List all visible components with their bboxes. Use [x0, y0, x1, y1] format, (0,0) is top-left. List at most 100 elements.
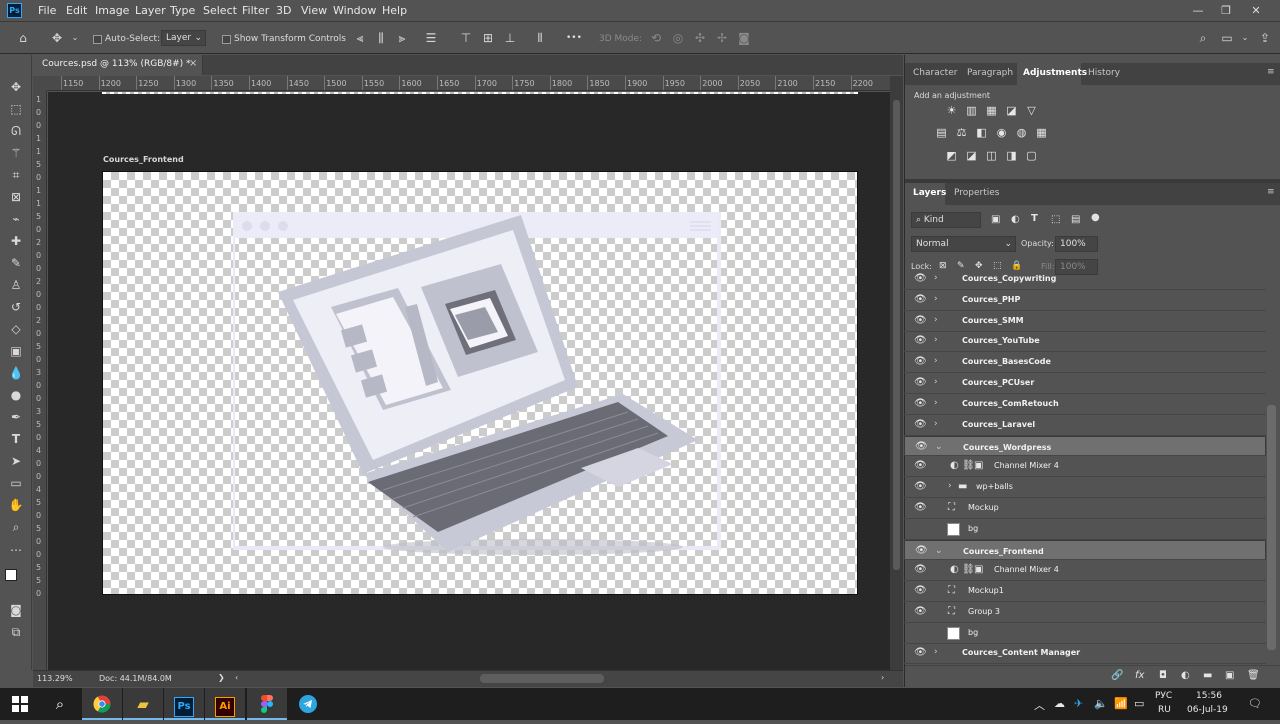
language-bottom[interactable]: RU — [1158, 705, 1171, 715]
show-transform-checkbox[interactable] — [222, 35, 231, 44]
filter-adjustment-icon[interactable]: ◐ — [1011, 214, 1020, 225]
menu-view[interactable]: View — [301, 4, 327, 17]
layer-row[interactable]: 👁 ◐ ⛓ ▣ Channel Mixer 4 — [904, 561, 1266, 582]
horizontal-scroll-thumb[interactable] — [480, 674, 604, 683]
home-icon[interactable]: ⌂ — [16, 31, 30, 45]
chevron-right-icon[interactable]: › — [934, 315, 938, 325]
type-tool-icon[interactable]: T — [7, 430, 25, 448]
layer-row[interactable]: 👁 ⛶ Mockup1 — [904, 582, 1266, 602]
canvas-area[interactable]: Cources_Frontend — [48, 92, 890, 670]
hand-tool-icon[interactable]: ✋ — [7, 496, 25, 514]
volume-icon[interactable]: 🔈 — [1094, 697, 1108, 710]
tab-history[interactable]: History — [1088, 68, 1120, 78]
distribute-icon[interactable]: ☰ — [424, 31, 438, 45]
file-explorer-icon[interactable]: ▰ — [123, 688, 163, 720]
visibility-eye-icon[interactable]: 👁 — [915, 440, 928, 454]
curves-icon[interactable]: ▦ — [985, 105, 998, 117]
visibility-eye-icon[interactable]: 👁 — [914, 356, 927, 367]
blur-tool-icon[interactable]: 💧 — [7, 364, 25, 382]
vertical-ruler[interactable]: 1 0 0 1 1 5 0 1 1 5 0 2 0 0 2 0 0 2 0 5 0 3 0 0 3 5 0 4 0 0 4 5 0 5 0 0 5 5 0 — [33, 91, 47, 670]
panel-menu-icon[interactable]: ≡ — [1267, 187, 1275, 197]
network-sync-icon[interactable]: ☁ — [1054, 697, 1065, 710]
rectangle-tool-icon[interactable]: ▭ — [7, 474, 25, 492]
tab-properties[interactable]: Properties — [954, 188, 999, 198]
panel-menu-icon[interactable]: ≡ — [1267, 67, 1275, 77]
dodge-tool-icon[interactable]: ● — [7, 386, 25, 404]
restore-button[interactable]: ❐ — [1218, 3, 1234, 19]
align-middle-icon[interactable]: ⊞ — [481, 31, 495, 45]
layer-row[interactable]: 👁 › Cources_YouTube — [904, 332, 1266, 353]
clock-time[interactable]: 15:56 — [1196, 691, 1222, 701]
document-tab[interactable]: Cources.psd @ 113% (RGB/8#) * × — [33, 55, 203, 75]
brightness-icon[interactable]: ☀ — [945, 105, 958, 117]
visibility-eye-icon[interactable]: 👁 — [914, 398, 927, 409]
quick-mask-icon[interactable]: ◙ — [7, 601, 25, 619]
scroll-right-arrow[interactable]: › — [881, 673, 884, 682]
brush-tool-icon[interactable]: ✎ — [7, 254, 25, 272]
photoshop-taskbar-icon[interactable]: Ps — [164, 688, 204, 720]
filter-shape-icon[interactable]: ⬚ — [1051, 214, 1060, 225]
align-top-icon[interactable]: ⊤ — [459, 31, 473, 45]
menu-filter[interactable]: Filter — [242, 4, 269, 17]
zoom-tool-icon[interactable]: ⌕ — [7, 518, 25, 536]
visibility-eye-icon[interactable]: 👁 — [914, 377, 927, 388]
language-top[interactable]: РУС — [1155, 691, 1172, 701]
posterize-icon[interactable]: ◪ — [965, 150, 978, 162]
menu-3d[interactable]: 3D — [276, 4, 291, 17]
menu-window[interactable]: Window — [333, 4, 376, 17]
opacity-field[interactable]: 100% — [1055, 236, 1098, 252]
layer-row[interactable]: 👁 › Cources_BasesCode — [904, 353, 1266, 374]
visibility-eye-icon[interactable]: 👁 — [914, 419, 927, 430]
layer-row[interactable]: 👁 › Cources_SMM — [904, 312, 1266, 332]
3d-pan-icon[interactable]: ✣ — [693, 31, 707, 45]
close-button[interactable]: ✕ — [1248, 3, 1264, 19]
visibility-eye-icon[interactable]: 👁 — [914, 647, 927, 658]
new-adjustment-icon[interactable]: ◐ — [1181, 670, 1190, 681]
black-white-icon[interactable]: ◧ — [975, 127, 988, 139]
layer-row[interactable]: 👁 › Cources_ComRetouch — [904, 395, 1266, 415]
visibility-eye-icon[interactable]: 👁 — [914, 315, 927, 326]
menu-edit[interactable]: Edit — [66, 4, 87, 17]
color-balance-icon[interactable]: ⚖ — [955, 127, 968, 139]
gradient-tool-icon[interactable]: ▣ — [7, 342, 25, 360]
wifi-icon[interactable]: 📶 — [1114, 697, 1128, 710]
visibility-eye-icon[interactable]: 👁 — [915, 544, 928, 558]
chevron-right-icon[interactable]: › — [934, 335, 938, 345]
layer-row[interactable]: 👁 ⌄ Cources_Wordpress — [904, 436, 1266, 457]
figma-icon[interactable] — [247, 688, 287, 720]
menu-layer[interactable]: Layer — [135, 4, 166, 17]
auto-select-checkbox[interactable] — [93, 35, 102, 44]
menu-file[interactable]: File — [38, 4, 56, 17]
invert-icon[interactable]: ◩ — [945, 150, 958, 162]
laptop-mockup-image[interactable] — [233, 212, 733, 562]
search-icon[interactable]: ⌕ — [40, 688, 80, 720]
align-left-icon[interactable]: ⫷ — [353, 31, 367, 45]
scroll-left-arrow[interactable]: ‹ — [235, 673, 238, 682]
filter-smart-object-icon[interactable]: ▤ — [1071, 214, 1080, 225]
visibility-eye-icon[interactable]: 👁 — [914, 523, 927, 534]
layer-row[interactable]: 👁 ⛶ Group 3 — [904, 603, 1266, 623]
more-options-button[interactable]: ••• — [566, 33, 582, 43]
visibility-eye-icon[interactable]: 👁 — [914, 273, 927, 284]
3d-roll-icon[interactable]: ◎ — [671, 31, 685, 45]
search-icon[interactable]: ⌕ — [1196, 31, 1210, 45]
align-right-icon[interactable]: ⫸ — [395, 31, 409, 45]
visibility-eye-icon[interactable]: 👁 — [914, 481, 927, 492]
screen-mode-icon[interactable]: ⧉ — [7, 623, 25, 641]
minimize-button[interactable]: — — [1190, 3, 1206, 19]
chevron-right-icon[interactable]: › — [948, 481, 952, 491]
visibility-eye-icon[interactable]: 👁 — [914, 585, 927, 596]
delete-layer-icon[interactable]: 🗑 — [1247, 670, 1260, 681]
layer-row[interactable]: 👁 bg — [904, 624, 1266, 644]
chevron-right-icon[interactable]: › — [934, 398, 938, 408]
vertical-scroll-thumb[interactable] — [893, 100, 900, 570]
layer-row[interactable]: 👁 ⛶ Mockup — [904, 499, 1266, 519]
menu-image[interactable]: Image — [95, 4, 129, 17]
add-mask-icon[interactable]: ◘ — [1159, 670, 1167, 681]
illustrator-taskbar-icon[interactable]: Ai — [205, 688, 245, 720]
crop-tool-icon[interactable]: ⌗ — [7, 166, 25, 184]
healing-brush-icon[interactable]: ✚ — [7, 232, 25, 250]
layer-row[interactable]: 👁 › Cources_PCUser — [904, 374, 1266, 394]
layers-scroll-thumb[interactable] — [1267, 405, 1276, 650]
color-lookup-icon[interactable]: ▦ — [1035, 127, 1048, 139]
